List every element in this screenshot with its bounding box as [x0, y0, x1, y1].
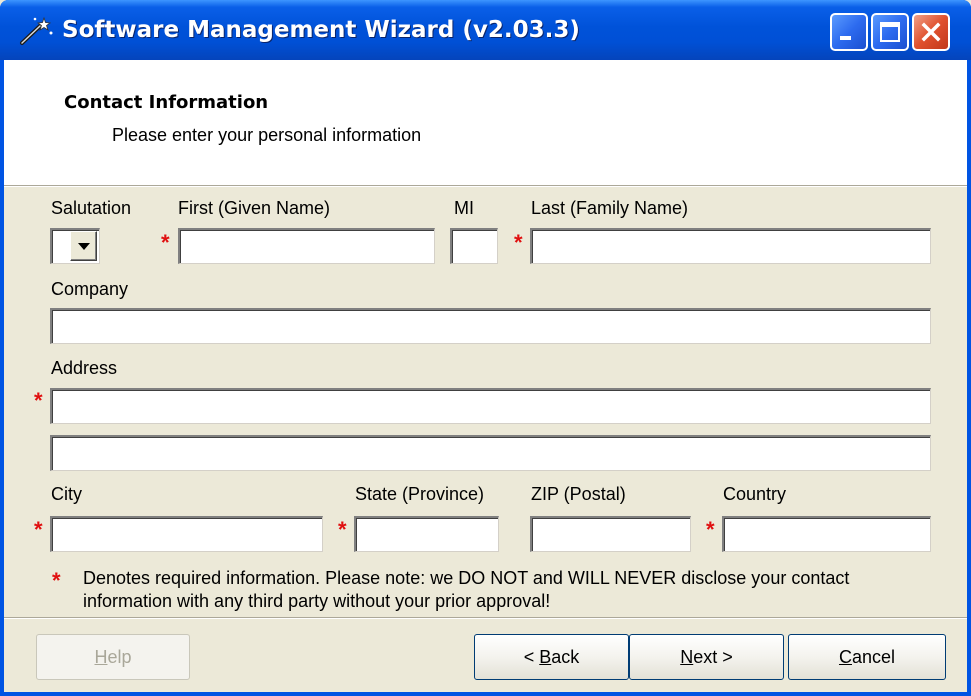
first-name-required-marker: * [161, 230, 170, 255]
help-mnemonic: H [94, 646, 108, 667]
back-mnemonic: B [539, 646, 552, 667]
address-line1-input[interactable] [50, 388, 931, 424]
last-name-label: Last (Family Name) [531, 198, 689, 218]
salutation-label: Salutation [51, 198, 132, 218]
cancel-button[interactable]: Cancel [788, 634, 946, 680]
zip-label: ZIP (Postal) [531, 484, 626, 504]
cancel-label: ancel [851, 646, 896, 667]
minimize-icon [840, 36, 851, 40]
wand-icon [20, 16, 53, 45]
address-line2-input[interactable] [50, 435, 931, 471]
address-required-marker: * [34, 388, 43, 413]
country-input[interactable] [722, 516, 931, 552]
help-button[interactable]: Help [36, 634, 190, 680]
first-name-input[interactable] [178, 228, 435, 264]
maximize-button[interactable] [871, 13, 909, 51]
state-required-marker: * [338, 517, 347, 542]
close-button[interactable] [912, 13, 950, 51]
wizard-header: Contact Information Please enter your pe… [4, 60, 967, 185]
chevron-down-icon [78, 243, 90, 250]
country-required-marker: * [706, 517, 715, 542]
address-label: Address [51, 358, 118, 378]
zip-input[interactable] [530, 516, 691, 552]
mi-label: MI [454, 198, 474, 218]
wizard-window: Software Management Wizard (v2.03.3) Con… [0, 0, 971, 696]
city-input[interactable] [50, 516, 323, 552]
note-required-marker: * [52, 568, 61, 593]
back-prefix: < [523, 646, 540, 667]
next-button[interactable]: Next > [629, 634, 784, 680]
company-input[interactable] [50, 308, 931, 344]
wizard-client-area: Contact Information Please enter your pe… [4, 60, 967, 692]
first-name-label: First (Given Name) [178, 198, 331, 218]
next-label: ext > [693, 646, 733, 667]
state-label: State (Province) [355, 484, 485, 504]
state-input[interactable] [354, 516, 499, 552]
country-label: Country [723, 484, 787, 504]
window-title: Software Management Wizard (v2.03.3) [62, 17, 580, 43]
cancel-mnemonic: C [838, 646, 852, 667]
close-icon [921, 22, 941, 42]
maximize-icon [880, 22, 900, 42]
company-label: Company [51, 279, 129, 299]
next-mnemonic: N [680, 646, 694, 667]
title-bar[interactable]: Software Management Wizard (v2.03.3) [0, 0, 971, 60]
last-name-required-marker: * [514, 230, 523, 255]
required-note: Denotes required information. Please not… [83, 568, 850, 611]
minimize-button[interactable] [830, 13, 868, 51]
city-label: City [51, 484, 82, 504]
header-divider-highlight [4, 186, 967, 187]
page-title: Contact Information [64, 92, 269, 113]
footer-divider-highlight [4, 618, 967, 619]
help-label: elp [107, 646, 132, 667]
city-required-marker: * [34, 517, 43, 542]
page-subtitle: Please enter your personal information [112, 125, 422, 145]
last-name-input[interactable] [530, 228, 931, 264]
back-button[interactable]: < Back [474, 634, 629, 680]
mi-input[interactable] [450, 228, 498, 264]
salutation-dropdown-button[interactable] [70, 231, 97, 261]
back-label: ack [551, 646, 580, 667]
